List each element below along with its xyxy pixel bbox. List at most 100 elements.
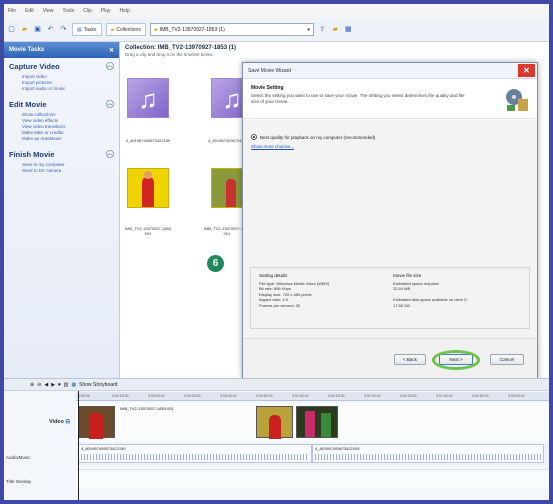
- tasks-button[interactable]: ▤ Tasks: [72, 23, 102, 36]
- audio-track-label[interactable]: Audio/Music: [4, 455, 76, 460]
- collections-button[interactable]: ▰ Collections: [105, 23, 146, 36]
- storyboard-icon[interactable]: ▦: [71, 382, 76, 388]
- undo-icon[interactable]: ↶: [46, 25, 55, 34]
- menu-edit[interactable]: Edit: [25, 8, 34, 14]
- person-figure-icon: [321, 413, 331, 437]
- title-overlay-track-label[interactable]: Title Overlay: [4, 479, 76, 484]
- best-quality-option[interactable]: Best quality for playback on my computer…: [251, 134, 375, 140]
- save-icon[interactable]: ▣: [33, 25, 42, 34]
- film-reel-icon: [506, 89, 528, 111]
- sidebar-section-capture: Capture Video ︿ Import video Import pict…: [4, 58, 119, 96]
- dialog-header: Movie Setting Select the setting you wan…: [243, 79, 537, 119]
- best-quality-label: Best quality for playback on my computer…: [260, 134, 376, 140]
- sidebar-link-automovie[interactable]: Make an AutoMovie: [22, 136, 114, 142]
- collection-subtitle: Drag a clip and drop it on the timeline …: [125, 52, 214, 57]
- menu-help[interactable]: Help: [119, 8, 129, 14]
- dialog-title: Save Movie Wizard: [248, 67, 292, 74]
- chevron-up-icon[interactable]: ︿: [106, 100, 114, 108]
- timeline-ruler: 0:00:00 0:00:10.00 0:00:20.00 0:00:30.00…: [76, 392, 549, 401]
- clip-label: 4_801987409673422159: [125, 138, 171, 143]
- ruler-tick: 0:00:20.00: [148, 394, 165, 398]
- sidebar-section-finish: Finish Movie ︿ Save to my computer Send …: [4, 146, 119, 178]
- open-folder-icon[interactable]: ▰: [20, 25, 29, 34]
- ruler-tick: 0:00:00: [78, 394, 90, 398]
- dialog-close-button[interactable]: ✕: [518, 64, 535, 77]
- detail-line: 17.68 GB: [393, 302, 410, 308]
- step-number-badge: 6: [207, 255, 224, 272]
- sidebar-heading-finish[interactable]: Finish Movie ︿: [9, 150, 114, 159]
- ruler-tick: 0:01:00.00: [292, 394, 309, 398]
- ruler-tick: 0:00:10.00: [112, 394, 129, 398]
- dialog-header-title: Movie Setting: [251, 85, 284, 91]
- collections-label: Collections: [116, 26, 141, 33]
- ruler-tick: 0:01:40.00: [436, 394, 453, 398]
- ruler-tick: 0:00:50.00: [256, 394, 273, 398]
- new-collection-icon[interactable]: ▰: [331, 25, 340, 34]
- play-icon[interactable]: ▶: [51, 382, 55, 388]
- narrate-icon[interactable]: ⏺: [58, 382, 61, 388]
- radio-selected-icon[interactable]: [251, 134, 257, 140]
- expand-icon[interactable]: ⊟: [65, 419, 70, 425]
- sidebar-heading-capture[interactable]: Capture Video ︿: [9, 62, 114, 71]
- video-clip[interactable]: [256, 406, 293, 439]
- menu-play[interactable]: Play: [101, 8, 111, 14]
- collections-icon: ▰: [110, 26, 115, 33]
- chevron-up-icon[interactable]: ︿: [106, 150, 114, 158]
- video-track-name: Video: [48, 419, 64, 425]
- audio-clip[interactable]: 4_801987409673422159: [78, 444, 312, 463]
- chevron-up-icon[interactable]: ︿: [106, 62, 114, 70]
- folder-icon: ▰: [153, 26, 158, 33]
- new-project-icon[interactable]: ▢: [7, 25, 16, 34]
- views-icon[interactable]: ▦: [344, 25, 353, 34]
- menu-clip[interactable]: Clip: [83, 8, 92, 14]
- movie-tasks-header: Movie Tasks ✕: [4, 42, 119, 58]
- clip-label: IMB_TV2-13970927-1853 002: [124, 226, 172, 236]
- video-track-label[interactable]: Video ⊟: [4, 419, 76, 425]
- zoom-in-icon[interactable]: ⊕: [30, 382, 34, 388]
- collection-selector-value: IMB_TV2-13970927-1853 (1): [159, 26, 225, 33]
- zoom-out-icon[interactable]: ⊖: [37, 382, 41, 388]
- close-icon[interactable]: ✕: [109, 47, 114, 54]
- audio-track: 4_801987409673422159 4_80198740967342215…: [76, 443, 549, 465]
- setting-details: Setting details File type: Windows Media…: [259, 273, 329, 308]
- toolbar: ▢ ▰ ▣ ↶ ↷ ▤ Tasks ▰ Collections ▰ IMB_TV…: [4, 18, 549, 42]
- rewind-icon[interactable]: ◀: [44, 382, 48, 388]
- video-clip-label: IMB_TV2-13970927-1853 001: [120, 406, 174, 411]
- video-clip[interactable]: [296, 406, 338, 438]
- dialog-titlebar: Save Movie Wizard: [243, 63, 537, 79]
- setting-details-panel: Setting details File type: Windows Media…: [250, 267, 530, 329]
- show-more-choices-link[interactable]: Show more choices...: [251, 144, 294, 149]
- tasks-label: Tasks: [83, 26, 97, 33]
- collection-selector[interactable]: ▰ IMB_TV2-13970927-1853 (1) ▾: [149, 23, 314, 36]
- audio-waveform: [81, 454, 309, 460]
- collection-title: Collection: IMB_TV2-13970927-1853 (1): [125, 45, 237, 51]
- setting-details-heading: Setting details: [259, 273, 288, 278]
- audio-levels-icon[interactable]: ▥: [64, 382, 69, 388]
- sidebar-link-import-audio[interactable]: Import audio or music: [22, 86, 114, 92]
- person-head-icon: [144, 171, 152, 179]
- dialog-footer: < Back Next > Cancel: [243, 338, 537, 379]
- person-figure-icon: [142, 177, 154, 207]
- chevron-down-icon: ▾: [307, 26, 310, 33]
- audio-clip-label: 4_801987409673422159: [315, 446, 360, 451]
- menu-tools[interactable]: Tools: [62, 8, 74, 14]
- video-clip[interactable]: [78, 406, 115, 439]
- menu-file[interactable]: File: [8, 8, 16, 14]
- movie-tasks-title: Movie Tasks: [9, 47, 45, 53]
- ruler-tick: 0:01:50.00: [472, 394, 489, 398]
- detail-line: Frames per second: 30: [259, 302, 301, 308]
- redo-icon[interactable]: ↷: [59, 25, 68, 34]
- timeline-playhead[interactable]: [78, 391, 79, 500]
- sidebar-heading-edit[interactable]: Edit Movie ︿: [9, 100, 114, 109]
- sidebar-link-send-dv[interactable]: Send to DV camera: [22, 168, 114, 174]
- show-storyboard-button[interactable]: Show Storyboard: [79, 382, 117, 388]
- menu-view[interactable]: View: [43, 8, 54, 14]
- back-button[interactable]: < Back: [394, 354, 426, 365]
- audio-clip[interactable]: 4_801987409673422159: [312, 444, 544, 463]
- audio-clip-thumbnail[interactable]: ♫: [127, 78, 169, 118]
- tasks-icon: ▤: [77, 26, 82, 33]
- title-overlay-track: [76, 469, 549, 489]
- video-clip-thumbnail[interactable]: [127, 168, 169, 208]
- cancel-button[interactable]: Cancel: [490, 354, 524, 365]
- up-folder-icon[interactable]: ⇧: [318, 25, 327, 34]
